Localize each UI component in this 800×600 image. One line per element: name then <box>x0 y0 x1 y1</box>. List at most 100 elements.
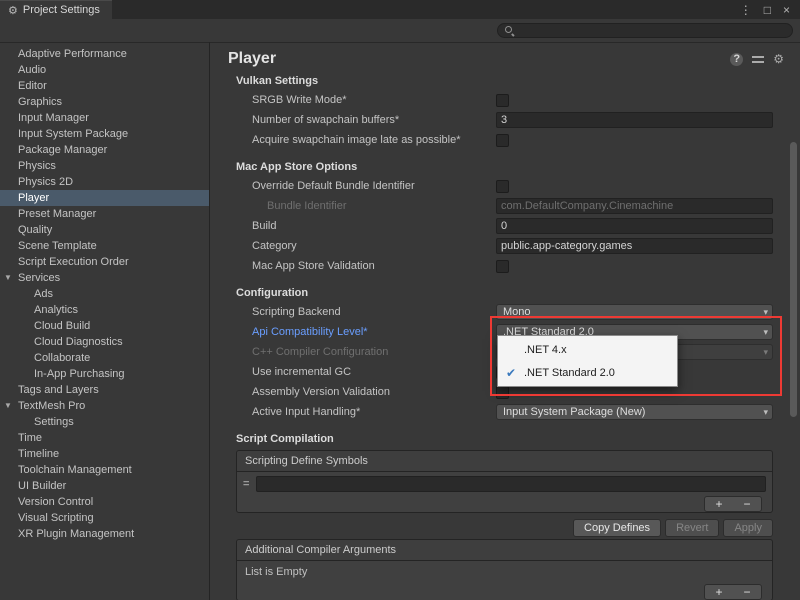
swapchain-buffers-input[interactable] <box>496 112 773 128</box>
tab-title: Project Settings <box>23 4 100 16</box>
sidebar-item-cloud-diagnostics[interactable]: Cloud Diagnostics <box>0 334 209 350</box>
help-icon[interactable]: ? <box>730 53 743 66</box>
scripting-backend-dropdown[interactable]: Mono ▾ <box>496 304 773 320</box>
sidebar-item-physics[interactable]: Physics <box>0 158 209 174</box>
override-bundle-identifier-label: Override Default Bundle Identifier <box>252 180 496 192</box>
active-input-handling-dropdown[interactable]: Input System Package (New) ▾ <box>496 404 773 420</box>
override-bundle-identifier-checkbox[interactable] <box>496 180 509 193</box>
menu-item-label: .NET 4.x <box>524 344 567 356</box>
remove-item-button[interactable]: − <box>743 586 750 598</box>
row-mac-app-store-validation: Mac App Store Validation <box>210 256 800 276</box>
sidebar-item-script-execution-order[interactable]: Script Execution Order <box>0 254 209 270</box>
assembly-version-validation-checkbox[interactable] <box>496 386 509 399</box>
vertical-scrollbar[interactable] <box>789 68 798 597</box>
search-box[interactable] <box>497 23 793 38</box>
srgb-write-mode-checkbox[interactable] <box>496 94 509 107</box>
sidebar-item-input-system-package[interactable]: Input System Package <box>0 126 209 142</box>
mac-app-store-validation-label: Mac App Store Validation <box>252 260 496 272</box>
define-symbol-row: = <box>237 472 772 496</box>
settings-sidebar: Adaptive Performance Audio Editor Graphi… <box>0 42 210 600</box>
sidebar-item-adaptive-performance[interactable]: Adaptive Performance <box>0 46 209 62</box>
foldout-open-icon[interactable]: ▼ <box>4 398 18 414</box>
sidebar-item-toolchain-management[interactable]: Toolchain Management <box>0 462 209 478</box>
sidebar-item-textmesh-pro-settings[interactable]: Settings <box>0 414 209 430</box>
copy-defines-button[interactable]: Copy Defines <box>573 519 661 537</box>
sidebar-item-cloud-build[interactable]: Cloud Build <box>0 318 209 334</box>
build-label: Build <box>252 220 496 232</box>
scripting-define-symbols-box: Scripting Define Symbols = + − <box>236 450 773 513</box>
sidebar-item-label: Services <box>18 272 60 284</box>
list-empty-label: List is Empty <box>237 561 772 584</box>
sidebar-item-collaborate[interactable]: Collaborate <box>0 350 209 366</box>
sidebar-item-tags-and-layers[interactable]: Tags and Layers <box>0 382 209 398</box>
additional-compiler-arguments-header: Additional Compiler Arguments <box>237 540 772 561</box>
tab-project-settings[interactable]: ⚙ Project Settings <box>0 0 112 19</box>
sidebar-item-audio[interactable]: Audio <box>0 62 209 78</box>
row-override-bundle-identifier: Override Default Bundle Identifier <box>210 176 800 196</box>
sidebar-item-ui-builder[interactable]: UI Builder <box>0 478 209 494</box>
sidebar-item-version-control[interactable]: Version Control <box>0 494 209 510</box>
check-icon: ✔ <box>498 366 524 380</box>
mac-app-store-validation-checkbox[interactable] <box>496 260 509 273</box>
chevron-down-icon: ▾ <box>763 348 768 357</box>
presets-icon[interactable] <box>752 54 764 64</box>
row-bundle-identifier: Bundle Identifier <box>210 196 800 216</box>
acquire-swapchain-late-checkbox[interactable] <box>496 134 509 147</box>
define-symbol-input[interactable] <box>256 476 766 492</box>
sidebar-item-time[interactable]: Time <box>0 430 209 446</box>
window-menu-icon[interactable]: ⋮ <box>740 4 752 16</box>
api-level-dropdown-menu: .NET 4.x ✔ .NET Standard 2.0 <box>497 335 678 387</box>
scrollbar-thumb[interactable] <box>790 142 797 417</box>
bundle-identifier-input <box>496 198 773 214</box>
sidebar-item-package-manager[interactable]: Package Manager <box>0 142 209 158</box>
sidebar-item-ads[interactable]: Ads <box>0 286 209 302</box>
section-mac-app-store-options: Mac App Store Options <box>210 158 800 176</box>
sidebar-item-in-app-purchasing[interactable]: In-App Purchasing <box>0 366 209 382</box>
scripting-define-symbols-header: Scripting Define Symbols <box>237 451 772 472</box>
sidebar-item-player[interactable]: Player <box>0 190 209 206</box>
menu-item-net-standard-2-0[interactable]: ✔ .NET Standard 2.0 <box>498 361 677 384</box>
row-srgb-write-mode: SRGB Write Mode* <box>210 90 800 110</box>
add-item-button[interactable]: + <box>715 586 722 598</box>
foldout-open-icon[interactable]: ▼ <box>4 270 18 286</box>
close-icon[interactable]: × <box>783 4 790 16</box>
scripting-backend-value: Mono <box>503 306 763 318</box>
list-add-remove-bar: + − <box>704 584 762 600</box>
remove-item-button[interactable]: − <box>743 498 750 510</box>
menu-item-net-4x[interactable]: .NET 4.x <box>498 338 677 361</box>
maximize-icon[interactable]: □ <box>764 4 771 16</box>
sidebar-item-physics-2d[interactable]: Physics 2D <box>0 174 209 190</box>
sidebar-item-preset-manager[interactable]: Preset Manager <box>0 206 209 222</box>
section-vulkan-settings: Vulkan Settings <box>210 72 800 90</box>
sidebar-item-xr-plugin-management[interactable]: XR Plugin Management <box>0 526 209 542</box>
sidebar-item-textmesh-pro[interactable]: ▼TextMesh Pro <box>0 398 209 414</box>
sidebar-item-timeline[interactable]: Timeline <box>0 446 209 462</box>
category-input[interactable] <box>496 238 773 254</box>
add-item-button[interactable]: + <box>715 498 722 510</box>
project-settings-window: ⚙ Project Settings ⋮ □ × Adaptive Perfor… <box>0 0 800 600</box>
panel-header: Player ? ⚙ <box>210 42 800 72</box>
toolbar <box>0 19 800 43</box>
row-build: Build <box>210 216 800 236</box>
page-title: Player <box>228 50 276 68</box>
sidebar-item-input-manager[interactable]: Input Manager <box>0 110 209 126</box>
search-input[interactable] <box>515 24 786 38</box>
sidebar-item-quality[interactable]: Quality <box>0 222 209 238</box>
sidebar-item-scene-template[interactable]: Scene Template <box>0 238 209 254</box>
drag-handle-icon[interactable]: = <box>243 479 249 490</box>
compiler-args-footer: + − <box>237 584 772 600</box>
sidebar-item-analytics[interactable]: Analytics <box>0 302 209 318</box>
window-controls: ⋮ □ × <box>740 0 800 19</box>
revert-button: Revert <box>665 519 719 537</box>
assembly-version-validation-label: Assembly Version Validation <box>252 386 496 398</box>
row-acquire-swapchain-late: Acquire swapchain image late as possible… <box>210 130 800 150</box>
sidebar-item-editor[interactable]: Editor <box>0 78 209 94</box>
sidebar-item-services[interactable]: ▼Services <box>0 270 209 286</box>
menu-item-label: .NET Standard 2.0 <box>524 367 615 379</box>
panel-gear-icon[interactable]: ⚙ <box>773 52 784 66</box>
sidebar-item-graphics[interactable]: Graphics <box>0 94 209 110</box>
sidebar-item-visual-scripting[interactable]: Visual Scripting <box>0 510 209 526</box>
sidebar-item-label: TextMesh Pro <box>18 400 85 412</box>
defines-buttons-row: Copy Defines Revert Apply <box>210 519 800 537</box>
build-input[interactable] <box>496 218 773 234</box>
